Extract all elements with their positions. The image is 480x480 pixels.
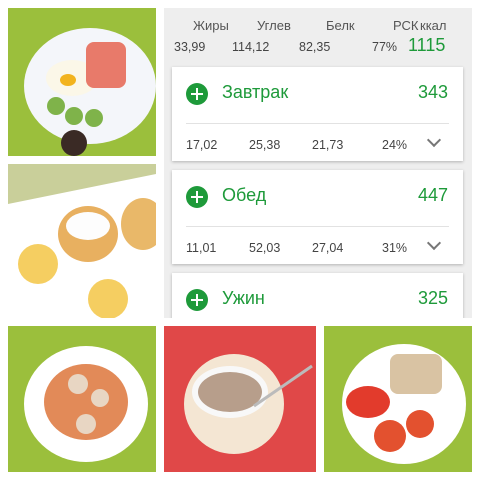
plus-circle-icon[interactable] [186, 186, 208, 208]
photo-buckwheat [164, 326, 316, 472]
total-fat: 33,99 [174, 40, 206, 54]
buckwheat-illustration [164, 326, 316, 472]
header-kcal: ккал [420, 18, 447, 33]
photo-chicken-tomatoes [324, 326, 472, 472]
meal-carbs: 52,03 [249, 241, 281, 255]
meal-kcal: 325 [417, 288, 448, 308]
total-rsk: 77% [372, 40, 398, 54]
soup-illustration [8, 326, 156, 472]
total-carbs: 114,12 [232, 40, 270, 54]
meal-name: Ужин [222, 288, 265, 308]
divider [186, 123, 449, 124]
meal-fat: 11,01 [186, 241, 217, 255]
photo-breakfast [8, 8, 156, 156]
total-kcal: 1115 [408, 35, 446, 55]
meal-name: Обед [222, 185, 267, 205]
header-carbs: Углев [257, 18, 291, 33]
daily-totals: Жиры Углев Белк РСК ккал 33,99 114,12 82… [164, 8, 472, 64]
syrniki-illustration [8, 164, 156, 318]
meal-carbs: 25,38 [249, 138, 281, 152]
photo-soup [8, 326, 156, 472]
chicken-tomatoes-illustration [324, 326, 472, 472]
meal-protein: 21,73 [312, 138, 344, 152]
breakfast-illustration [8, 8, 156, 156]
meal-name: Завтрак [222, 82, 289, 102]
meal-protein: 27,04 [312, 241, 344, 255]
header-fat: Жиры [193, 18, 229, 33]
meal-card-breakfast[interactable]: Завтрак 343 17,02 25,38 21,73 24% [172, 67, 463, 161]
meal-rsk: 31% [382, 241, 408, 255]
total-protein: 82,35 [299, 40, 331, 54]
plus-circle-icon[interactable] [186, 289, 208, 311]
header-protein: Белк [326, 18, 355, 33]
header-rsk: РСК [393, 18, 419, 33]
chevron-down-icon[interactable] [426, 235, 442, 251]
divider [186, 226, 449, 227]
photo-syrniki [8, 164, 156, 318]
meal-fat: 17,02 [186, 138, 218, 152]
meal-card-dinner[interactable]: Ужин 325 [172, 273, 463, 318]
meal-kcal: 447 [417, 185, 448, 205]
chevron-down-icon[interactable] [426, 132, 442, 148]
plus-circle-icon[interactable] [186, 83, 208, 105]
meal-rsk: 24% [382, 138, 408, 152]
nutrition-tracker-panel: Жиры Углев Белк РСК ккал 33,99 114,12 82… [164, 8, 472, 318]
meal-card-lunch[interactable]: Обед 447 11,01 52,03 27,04 31% [172, 170, 463, 264]
meal-kcal: 343 [417, 82, 448, 102]
